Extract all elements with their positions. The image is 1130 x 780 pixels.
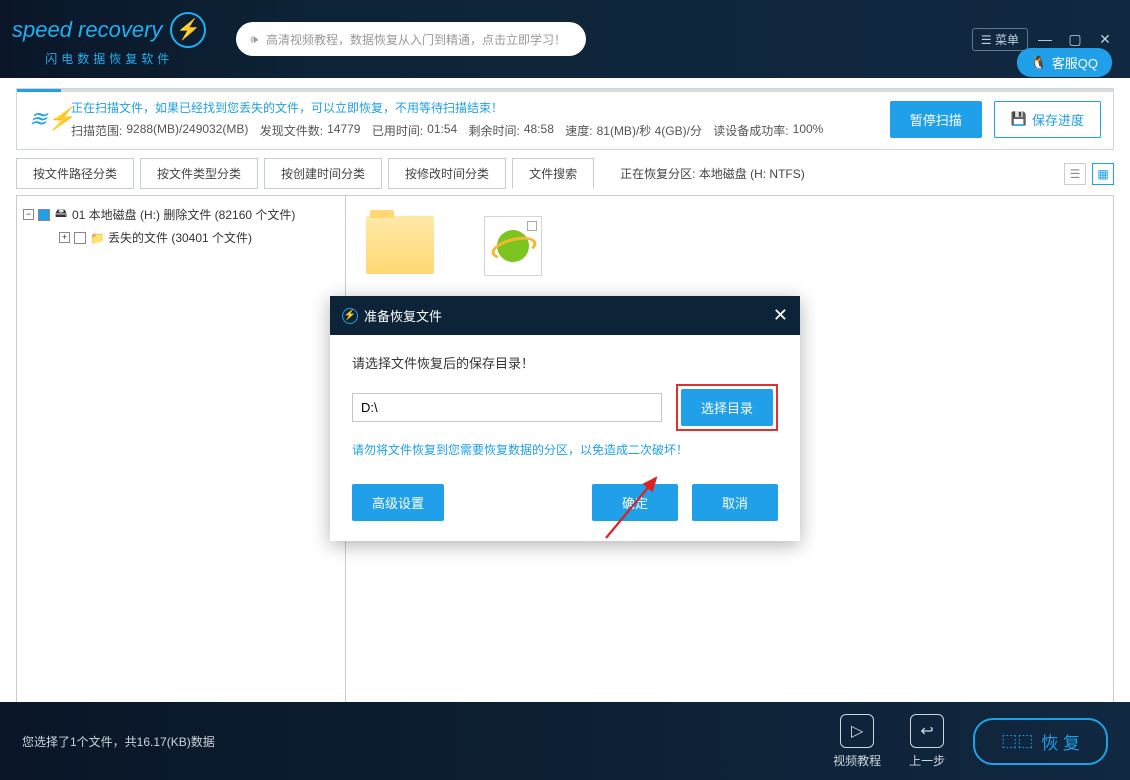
folder-thumbnail[interactable] — [366, 216, 434, 274]
checkbox[interactable] — [38, 209, 50, 221]
ie-file-thumbnail[interactable] — [484, 216, 542, 276]
collapse-icon[interactable]: − — [23, 209, 34, 220]
bolt-icon: ⚡ — [170, 12, 206, 48]
dialog-label: 请选择文件恢复后的保存目录！ — [352, 353, 778, 372]
dialog-close-button[interactable]: ✕ — [773, 305, 788, 326]
scan-stats: 扫描范围:9288(MB)/249032(MB) 发现文件数:14779 已用时… — [71, 122, 878, 139]
back-button[interactable]: ↩ 上一步 — [909, 714, 945, 769]
bolt-icon: ⚡ — [342, 308, 358, 324]
disk-icon: 🖴 — [54, 204, 68, 225]
pause-scan-button[interactable]: 暂停扫描 — [890, 101, 982, 138]
app-logo: speed recovery ⚡ 闪电数据恢复软件 — [12, 12, 206, 67]
menu-button[interactable]: ☰ 菜单 — [972, 28, 1028, 51]
grid-view-button[interactable]: ▦ — [1092, 163, 1114, 185]
tab-by-modified[interactable]: 按修改时间分类 — [388, 158, 506, 189]
tree-child-item[interactable]: + 📁 丢失的文件 (30401 个文件) — [23, 227, 339, 248]
video-tutorial-button[interactable]: ▷ 视频教程 — [833, 714, 881, 769]
play-icon: ▷ — [840, 714, 874, 748]
scan-message: 正在扫描文件，如果已经找到您丢失的文件，可以立即恢复，不用等待扫描结束！ — [71, 99, 878, 116]
tutorial-link[interactable]: 🕪 高清视频教程，数据恢复从入门到精通，点击立即学习！ — [236, 22, 586, 56]
dialog-title: 准备恢复文件 — [364, 306, 442, 325]
tab-by-type[interactable]: 按文件类型分类 — [140, 158, 258, 189]
expand-icon[interactable]: + — [59, 232, 70, 243]
choose-directory-button[interactable]: 选择目录 — [681, 389, 773, 426]
dialog-titlebar[interactable]: ⚡ 准备恢复文件 ✕ — [330, 296, 800, 335]
scanning-icon: ≋⚡ — [29, 106, 59, 132]
partition-info: 正在恢复分区: 本地磁盘 (H: NTFS) — [620, 165, 805, 182]
save-progress-button[interactable]: 💾 保存进度 — [994, 101, 1101, 138]
advanced-settings-button[interactable]: 高级设置 — [352, 484, 444, 521]
cancel-button[interactable]: 取消 — [692, 484, 778, 521]
tab-by-created[interactable]: 按创建时间分类 — [264, 158, 382, 189]
titlebar: speed recovery ⚡ 闪电数据恢复软件 🕪 高清视频教程，数据恢复从… — [0, 0, 1130, 78]
recover-dialog: ⚡ 准备恢复文件 ✕ 请选择文件恢复后的保存目录！ 选择目录 请勿将文件恢复到您… — [330, 296, 800, 541]
ok-button[interactable]: 确定 — [592, 484, 678, 521]
footer-bar: 您选择了1个文件，共16.17(KB)数据 ▷ 视频教程 ↩ 上一步 ⬚⬚ 恢 … — [0, 702, 1130, 780]
tab-file-search[interactable]: 文件搜索 — [512, 158, 594, 189]
qq-icon: 🐧 — [1031, 55, 1047, 71]
progress-bar — [17, 89, 1113, 92]
customer-service-button[interactable]: 🐧 客服QQ — [1017, 48, 1112, 77]
selection-summary: 您选择了1个文件，共16.17(KB)数据 — [22, 733, 215, 750]
recover-button[interactable]: ⬚⬚ 恢 复 — [973, 718, 1108, 765]
category-tabs: 按文件路径分类 按文件类型分类 按创建时间分类 按修改时间分类 文件搜索 正在恢… — [0, 150, 1130, 189]
checkbox[interactable] — [74, 232, 86, 244]
highlight-box: 选择目录 — [676, 384, 778, 431]
list-view-button[interactable]: ☰ — [1064, 163, 1086, 185]
folder-icon: 📁 — [90, 231, 104, 245]
recover-icon: ⬚⬚ — [1001, 731, 1033, 751]
scan-status-panel: ≋⚡ 正在扫描文件，如果已经找到您丢失的文件，可以立即恢复，不用等待扫描结束！ … — [16, 88, 1114, 150]
speaker-icon: 🕪 — [250, 32, 258, 47]
file-tree[interactable]: − 🖴 01 本地磁盘 (H:) 删除文件 (82160 个文件) + 📁 丢失… — [16, 195, 346, 709]
dialog-warning: 请勿将文件恢复到您需要恢复数据的分区，以免造成二次破坏！ — [352, 441, 778, 458]
back-icon: ↩ — [910, 714, 944, 748]
logo-subtitle: 闪电数据恢复软件 — [45, 50, 173, 67]
logo-text: speed recovery — [12, 17, 162, 43]
save-path-input[interactable] — [352, 393, 662, 422]
save-icon: 💾 — [1011, 111, 1027, 127]
tree-root-item[interactable]: − 🖴 01 本地磁盘 (H:) 删除文件 (82160 个文件) — [23, 202, 339, 227]
tab-by-path[interactable]: 按文件路径分类 — [16, 158, 134, 189]
